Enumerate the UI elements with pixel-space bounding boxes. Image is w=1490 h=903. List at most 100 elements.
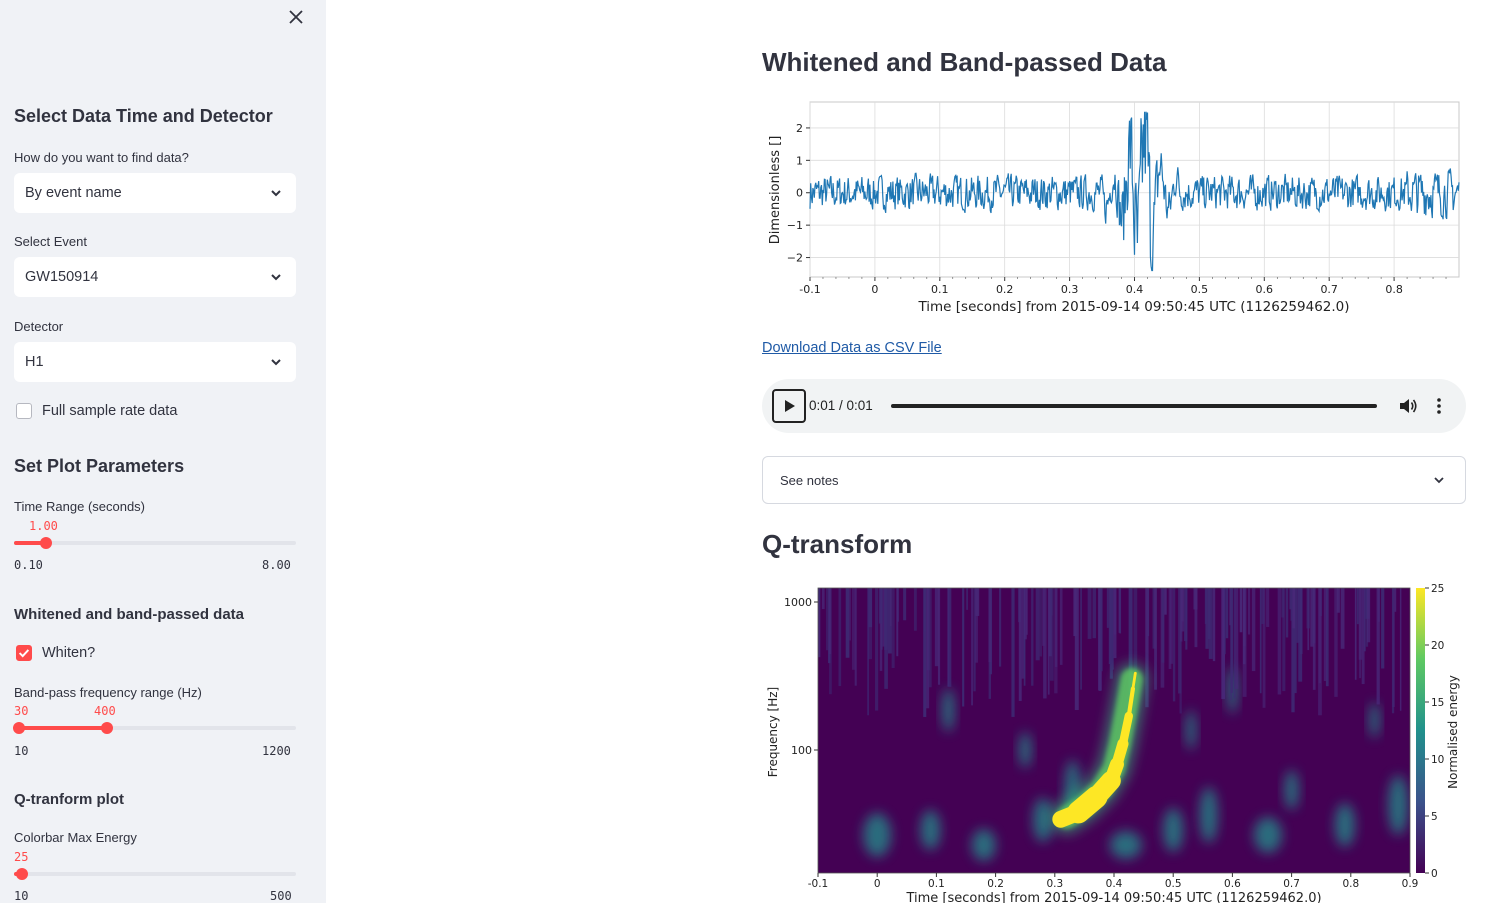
noise-streak [1092,588,1096,639]
time-range-label: Time Range (seconds) [14,499,146,514]
noise-streak [1204,588,1207,624]
whitened-data-chart: -0.1 0 0.1 0.2 0.3 0.4 0.5 0.6 0.7 0.8 2 1 0 −1 −2 Tim… [768,101,1460,315]
x-tick-label: 0.4 [1106,878,1123,890]
audio-player[interactable]: 0:01 / 0:01 [762,379,1466,433]
noise-streak [1354,588,1357,680]
noise-streak [1170,588,1173,664]
time-range-slider[interactable] [14,537,296,549]
colorbar-value: 25 [14,850,29,864]
noise-streak [891,588,895,669]
noise-streak [966,588,968,610]
noise-streak [1080,588,1082,690]
chirp-core [1118,711,1133,749]
noise-streak [1043,588,1047,699]
x-tick-label: 0.3 [1046,878,1063,890]
x-tick-label: 0.1 [928,878,945,890]
noise-streak [1292,588,1296,629]
noise-streak [1251,588,1256,672]
section-title-data: Select Data Time and Detector [14,106,273,126]
noise-streak [1233,588,1236,699]
close-icon[interactable] [286,7,306,27]
noise-streak [1180,588,1183,642]
detector-select[interactable]: H1 [14,342,296,382]
energy-blob [1163,808,1184,852]
noise-streak [1119,588,1122,634]
x-axis-label: Time [seconds] from 2015-09-14 09:50:45 … [917,299,1349,315]
noise-streak [818,588,821,611]
noise-streak [828,588,832,654]
energy-blob [1284,770,1299,810]
full-sample-rate-label: Full sample rate data [42,403,178,419]
event-label: Select Event [14,234,87,249]
noise-streak [1161,588,1165,663]
noise-streak [890,588,892,627]
noise-streak [1266,588,1270,627]
x-axis-label: Time [seconds] from 2015-09-14 09:50:45 … [905,891,1321,903]
noise-streak [1100,588,1103,672]
y-tick-label: 2 [796,122,803,135]
noise-streak [845,588,850,658]
time-range-max: 8.00 [262,558,291,572]
y-tick-label: 1 [796,154,803,167]
noise-streak [1290,588,1293,621]
x-tick-label: 0.6 [1224,878,1241,890]
event-select[interactable]: GW150914 [14,257,296,297]
noise-streak [1298,588,1303,682]
noise-streak [1285,588,1289,638]
event-value: GW150914 [25,269,99,285]
audio-progress-bar[interactable] [891,404,1377,408]
time-range-min: 0.10 [14,558,43,572]
colorbar-slider[interactable] [14,868,296,880]
y-axis-label: Dimensionless [] [768,136,783,245]
noise-streak [1306,588,1310,629]
noise-streak [1025,588,1028,635]
sidebar: Select Data Time and Detector How do you… [0,0,326,903]
noise-streak [849,588,851,641]
noise-streak [1340,588,1345,649]
detector-value: H1 [25,354,44,370]
colorbar-tick-label: 5 [1431,811,1438,823]
noise-streak [1194,588,1198,648]
noise-streak [1224,588,1226,655]
whiten-section-title: Whitened and band-passed data [14,606,245,623]
volume-icon[interactable] [1398,397,1418,415]
noise-streak [947,588,952,687]
whiten-checkbox[interactable] [16,645,32,661]
noise-streak [1323,588,1327,681]
play-button[interactable] [772,389,806,423]
noise-streak [1391,588,1395,714]
slider-thumb[interactable] [40,537,52,549]
noise-streak [896,588,899,657]
noise-streak [923,588,926,632]
slider-thumb[interactable] [16,868,28,880]
energy-blob [1185,710,1196,750]
see-notes-label: See notes [780,473,839,488]
band-pass-min: 10 [14,744,29,758]
noise-streak [838,588,842,687]
band-pass-slider[interactable] [13,722,296,734]
noise-streak [1376,588,1380,705]
download-csv-link[interactable]: Download Data as CSV File [762,340,942,356]
noise-streak [1381,588,1385,669]
slider-thumb-low[interactable] [13,722,25,734]
more-vert-icon[interactable] [1434,397,1444,415]
chevron-down-icon [1434,477,1444,484]
noise-streak [1261,588,1265,624]
find-data-select[interactable]: By event name [14,173,296,213]
noise-streak [1282,588,1286,692]
noise-streak [875,588,879,711]
noise-streak [1113,588,1117,659]
q-transform-section-title: Q-tranform plot [14,791,124,808]
slider-thumb-high[interactable] [101,722,113,734]
noise-streak [903,588,907,621]
band-pass-max: 1200 [262,744,291,758]
noise-streak [821,588,825,610]
full-sample-rate-checkbox[interactable] [16,403,32,419]
noise-streak [1074,588,1079,711]
slider-fill [19,726,107,730]
colorbar [1416,588,1425,873]
energy-blob [863,813,892,857]
x-tick-label: 0 [871,283,878,296]
x-tick-label: -0.1 [799,283,820,296]
see-notes-expander[interactable]: See notes [762,456,1466,504]
